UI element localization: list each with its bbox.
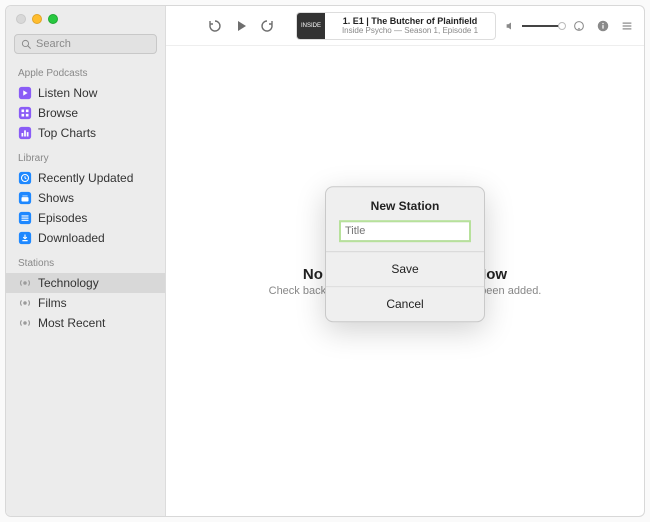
search-icon <box>21 39 32 50</box>
sidebar-item-recently-updated[interactable]: Recently Updated <box>6 168 165 188</box>
main-area: INSIDE 1. E1 | The Butcher of Plainfield… <box>166 6 644 516</box>
section-label-podcasts: Apple Podcasts <box>6 58 165 83</box>
sidebar-item-episodes[interactable]: Episodes <box>6 208 165 228</box>
sidebar-item-label: Technology <box>38 276 99 290</box>
sidebar-item-station-films[interactable]: Films <box>6 293 165 313</box>
sidebar-item-top-charts[interactable]: Top Charts <box>6 123 165 143</box>
volume-icon <box>504 19 518 33</box>
sidebar-item-station-technology[interactable]: Technology <box>6 273 165 293</box>
broadcast-icon <box>18 316 32 330</box>
sidebar-item-label: Films <box>38 296 67 310</box>
new-station-dialog: New Station Save Cancel <box>325 186 485 322</box>
sidebar-item-label: Listen Now <box>38 86 97 100</box>
sidebar-item-listen-now[interactable]: Listen Now <box>6 83 165 103</box>
sidebar-item-label: Shows <box>38 191 74 205</box>
sidebar-item-label: Browse <box>38 106 78 120</box>
chart-icon <box>18 126 32 140</box>
volume-slider[interactable] <box>504 19 562 33</box>
sidebar-item-station-most-recent[interactable]: Most Recent <box>6 313 165 333</box>
fullscreen-window-button[interactable] <box>48 14 58 24</box>
play-circle-icon <box>18 86 32 100</box>
minimize-window-button[interactable] <box>32 14 42 24</box>
airplay-button[interactable] <box>572 19 586 33</box>
close-window-button[interactable] <box>16 14 26 24</box>
search-placeholder: Search <box>36 38 71 50</box>
station-title-input[interactable] <box>340 221 470 241</box>
sidebar-item-label: Recently Updated <box>38 171 133 185</box>
sidebar-item-label: Most Recent <box>38 316 105 330</box>
play-button[interactable] <box>232 17 250 35</box>
info-button[interactable] <box>596 19 610 33</box>
clock-icon <box>18 171 32 185</box>
dialog-title: New Station <box>326 187 484 221</box>
sidebar-item-label: Top Charts <box>38 126 96 140</box>
grid-icon <box>18 106 32 120</box>
download-icon <box>18 231 32 245</box>
sidebar-item-browse[interactable]: Browse <box>6 103 165 123</box>
now-playing[interactable]: INSIDE 1. E1 | The Butcher of Plainfield… <box>296 12 496 40</box>
now-playing-title: 1. E1 | The Butcher of Plainfield <box>325 16 495 26</box>
sidebar-item-shows[interactable]: Shows <box>6 188 165 208</box>
podcasts-window: Search Apple Podcasts Listen Now Browse … <box>5 5 645 517</box>
forward-30-button[interactable] <box>258 17 276 35</box>
section-label-library: Library <box>6 143 165 168</box>
cancel-button[interactable]: Cancel <box>326 286 484 321</box>
sidebar: Search Apple Podcasts Listen Now Browse … <box>6 6 166 516</box>
save-button[interactable]: Save <box>326 251 484 286</box>
window-controls <box>6 6 165 30</box>
broadcast-icon <box>18 296 32 310</box>
sidebar-item-downloaded[interactable]: Downloaded <box>6 228 165 248</box>
broadcast-icon <box>18 276 32 290</box>
sidebar-item-label: Episodes <box>38 211 87 225</box>
toolbar: INSIDE 1. E1 | The Butcher of Plainfield… <box>166 6 644 46</box>
playlist-button[interactable] <box>620 19 634 33</box>
sidebar-item-label: Downloaded <box>38 231 105 245</box>
section-label-stations: Stations <box>6 248 165 273</box>
list-icon <box>18 211 32 225</box>
rewind-30-button[interactable] <box>206 17 224 35</box>
now-playing-subtitle: Inside Psycho — Season 1, Episode 1 <box>325 26 495 35</box>
search-input[interactable]: Search <box>14 34 157 54</box>
artwork-thumbnail: INSIDE <box>297 12 325 40</box>
stack-icon <box>18 191 32 205</box>
